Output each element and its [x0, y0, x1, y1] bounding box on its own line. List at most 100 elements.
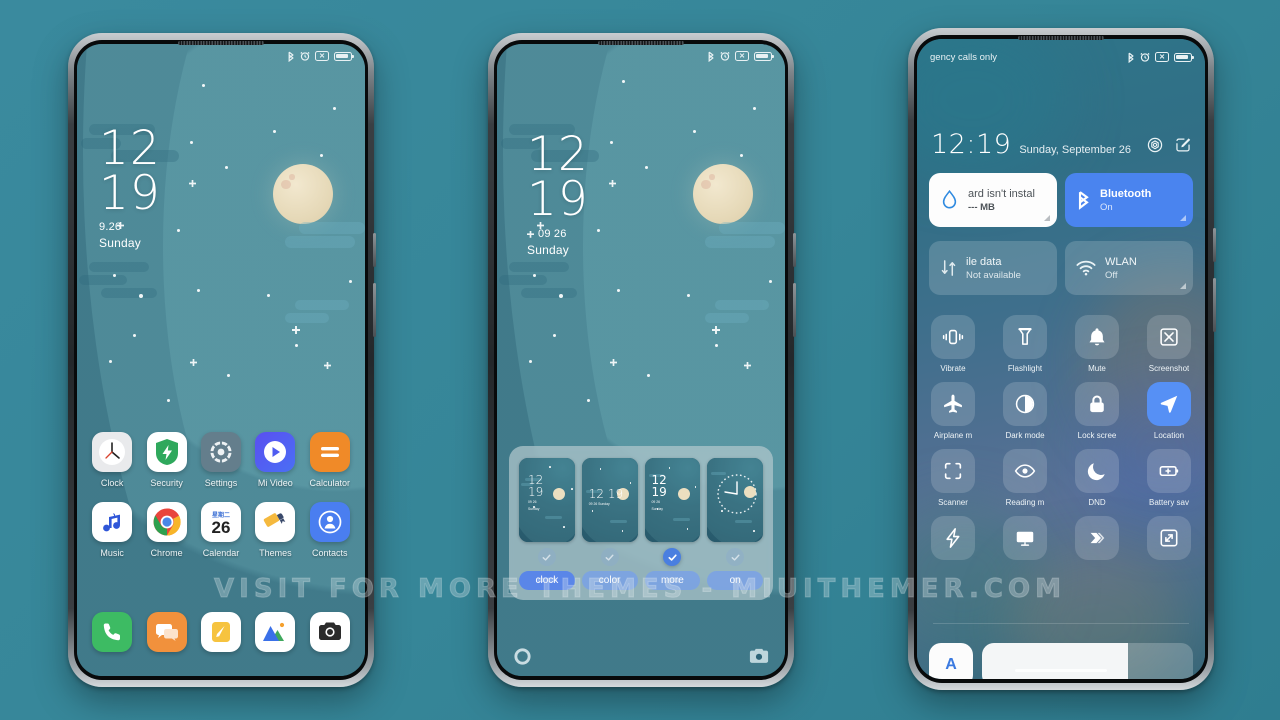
tile-scanner[interactable]: Scanner — [929, 449, 977, 507]
tile-label: Mute — [1088, 364, 1106, 373]
power-button[interactable] — [373, 233, 376, 267]
brightness-slider[interactable] — [982, 643, 1193, 679]
power-button[interactable] — [793, 233, 796, 267]
expand-corner-icon[interactable] — [1044, 215, 1050, 221]
tile-reading-mode[interactable]: Reading m — [1001, 449, 1049, 507]
settings-gear-icon[interactable] — [1147, 137, 1163, 153]
battery-icon — [1174, 52, 1194, 62]
thumb-sub-1: 09 26 — [651, 500, 661, 504]
pill-more[interactable]: more — [644, 571, 701, 590]
tile-dark-mode[interactable]: Dark mode — [1001, 382, 1049, 440]
card-sd-storage[interactable]: ard isn't instal --- MB — [929, 173, 1057, 227]
app-music[interactable]: Music — [86, 502, 138, 558]
app-clock[interactable]: Clock — [86, 432, 138, 488]
no-sim-icon: ✕ — [735, 51, 749, 61]
camera-shortcut-icon[interactable] — [749, 647, 769, 665]
tile-lock-screen[interactable]: Lock scree — [1073, 382, 1121, 440]
shade-cards-row-2: ile data Not available WLAN Off — [929, 241, 1193, 295]
themes-app-icon — [255, 502, 296, 542]
volume-button[interactable] — [793, 283, 796, 337]
card-mobile-data[interactable]: ile data Not available — [929, 241, 1057, 295]
clock-thumb-2[interactable]: 12 19 09 26 Sunday — [644, 458, 701, 542]
clock-day: Sunday — [527, 243, 569, 258]
app-calendar[interactable]: 星期二 26 Calendar — [195, 502, 247, 558]
pill-color[interactable]: color — [581, 571, 638, 590]
power-button[interactable] — [1213, 228, 1216, 262]
tile-mute[interactable]: Mute — [1073, 315, 1121, 373]
app-mi-video[interactable]: Mi Video — [249, 432, 301, 488]
app-calculator[interactable]: Calculator — [304, 432, 356, 488]
clock-thumb-0[interactable]: 12 19 09 26 Sunday — [519, 458, 575, 542]
tile-dnd[interactable]: DND — [1073, 449, 1121, 507]
edit-icon[interactable] — [1175, 137, 1191, 153]
clock-hours: 12 — [99, 121, 161, 176]
thumb-line-2: 19 — [651, 485, 667, 499]
clock-hours: 12 — [527, 127, 589, 182]
moon-graphic — [693, 164, 753, 224]
card-bluetooth[interactable]: Bluetooth On — [1065, 173, 1193, 227]
tile-flashlight[interactable]: Flashlight — [1001, 315, 1049, 373]
app-security[interactable]: Security — [141, 432, 193, 488]
expand-corner-icon[interactable] — [1180, 215, 1186, 221]
check-3[interactable] — [707, 548, 763, 566]
alarm-icon — [300, 51, 310, 61]
unlock-circle-icon[interactable] — [513, 647, 532, 666]
tile-lightning[interactable] — [929, 516, 977, 565]
tile-location[interactable]: Location — [1145, 382, 1193, 440]
tile-expand-screen[interactable] — [1145, 516, 1193, 565]
status-bar: ✕ — [77, 44, 365, 68]
messages-dock-icon[interactable] — [146, 612, 187, 652]
tile-label: Flashlight — [1007, 364, 1043, 373]
phone-1-bezel: ✕ 12 19 9.26 Sunday Clock Security Setti… — [74, 40, 368, 680]
thumb-line-2: 19 — [528, 485, 544, 499]
clock-thumb-1[interactable]: 12 19 09 26 Sunday — [581, 458, 638, 542]
tile-airplane-mode[interactable]: Airplane m — [929, 382, 977, 440]
thumbnail-checkmarks — [519, 548, 763, 566]
wlan-icon — [1076, 260, 1096, 276]
check-0[interactable] — [519, 548, 575, 566]
auto-brightness-button[interactable]: A — [929, 643, 973, 679]
dock — [77, 612, 365, 652]
app-label: Mi Video — [257, 478, 293, 488]
app-settings[interactable]: Settings — [195, 432, 247, 488]
app-label: Calendar — [202, 548, 240, 558]
music-app-icon — [92, 502, 133, 542]
app-chrome[interactable]: Chrome — [141, 502, 193, 558]
tile-row-3: Scanner Reading m DND Battery sav — [929, 449, 1193, 507]
lock-bottom-bar — [497, 636, 785, 676]
earpiece-speaker — [598, 41, 684, 45]
pill-on[interactable]: on — [707, 571, 763, 590]
status-bar: gency calls only ✕ — [917, 45, 1205, 69]
volume-button[interactable] — [1213, 278, 1216, 332]
card-wlan[interactable]: WLAN Off — [1065, 241, 1193, 295]
camera-dock-icon[interactable] — [309, 612, 350, 652]
settings-app-icon — [200, 432, 241, 472]
app-contacts[interactable]: Contacts — [304, 502, 356, 558]
calendar-day-number: 26 — [211, 517, 231, 537]
battery-icon — [334, 51, 354, 61]
status-icons: ✕ — [707, 51, 774, 62]
reading-mode-eye-icon — [1003, 449, 1047, 493]
contacts-app-icon — [309, 502, 350, 542]
tile-battery-saver[interactable]: Battery sav — [1145, 449, 1193, 507]
app-themes[interactable]: Themes — [249, 502, 301, 558]
volume-button[interactable] — [373, 283, 376, 337]
screenshot-stage: ✕ 12 19 9.26 Sunday Clock Security Setti… — [0, 0, 1280, 720]
tile-vibrate[interactable]: Vibrate — [929, 315, 977, 373]
thumb-sub-1: 09 26 Sunday — [588, 502, 610, 506]
tile-row-2: Airplane m Dark mode Lock scree Location — [929, 382, 1193, 440]
notes-dock-icon[interactable] — [200, 612, 241, 652]
tile-cast-screen[interactable] — [1001, 516, 1049, 565]
phone-dock-icon[interactable] — [92, 612, 133, 652]
pill-clock[interactable]: clock — [519, 571, 575, 590]
tile-sync-transfer[interactable] — [1073, 516, 1121, 565]
check-1[interactable] — [582, 548, 638, 566]
tile-screenshot[interactable]: Screenshot — [1145, 315, 1193, 373]
gallery-dock-icon[interactable] — [255, 612, 296, 652]
home-indicator[interactable] — [1015, 669, 1107, 672]
expand-corner-icon[interactable] — [1180, 283, 1186, 289]
scanner-icon — [931, 449, 975, 493]
clock-app-icon — [92, 432, 133, 472]
clock-thumb-3[interactable] — [707, 458, 763, 542]
check-2-selected[interactable] — [645, 548, 701, 566]
